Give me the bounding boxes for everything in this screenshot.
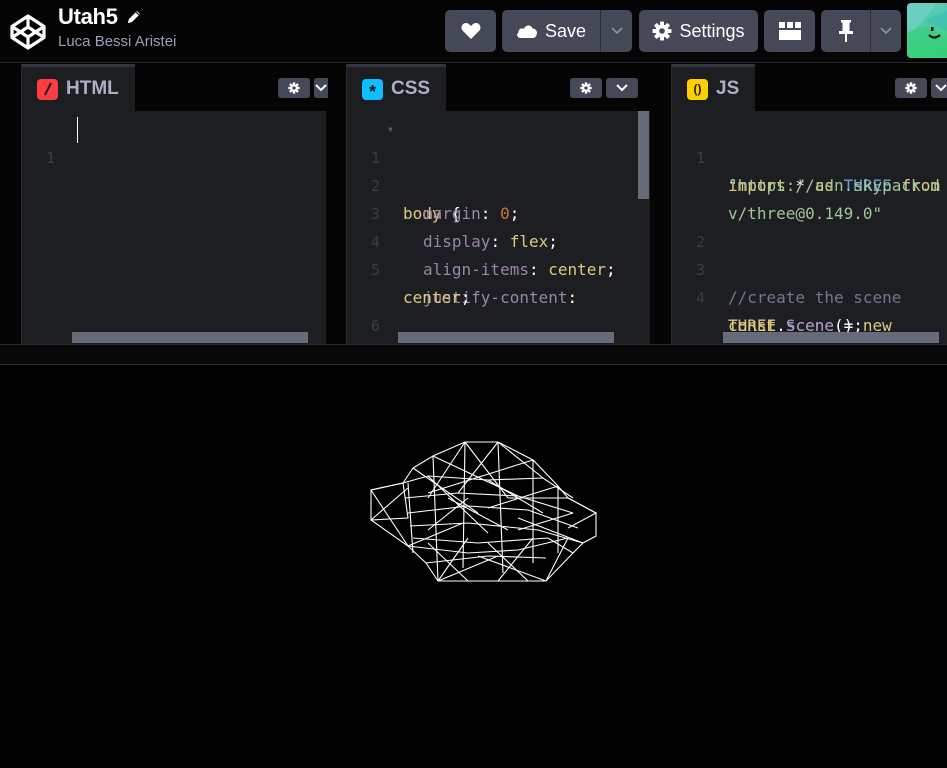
css-tab-label: CSS [391,78,431,99]
code-line: 4 align-items: center; [347,200,650,279]
pin-options-dropdown[interactable] [870,10,901,52]
js-editor-pane: () JS 1 import * as THREE from "https://… [671,64,947,344]
header: Utah5 Luca Bessi Aristei Save Settings [0,0,947,63]
change-view-button[interactable] [764,10,815,52]
save-options-dropdown[interactable] [600,10,632,52]
css-options-dropdown[interactable] [606,78,638,98]
html-icon [37,78,58,100]
codepen-logo-icon[interactable] [9,13,47,51]
love-button[interactable] [445,10,496,52]
js-icon: () [687,78,708,100]
editors-area: HTML 1 * CSS 1 ▼ body {2 margin: 0; 3 d… [0,64,947,344]
code-line: 5 justify-content: [347,228,650,307]
code-line: 1 ▼ body { [347,116,650,223]
code-line: 3 display: flex; [347,172,650,251]
line-number: 1 [45,149,55,167]
html-editor-tab[interactable]: HTML [22,64,135,111]
gear-icon [580,82,592,94]
gear-icon [652,21,672,41]
html-tab-label: HTML [66,78,119,99]
html-code-editor[interactable]: 1 [22,111,326,344]
js-settings-button[interactable] [895,78,927,98]
chevron-down-icon [880,27,892,35]
css-code-editor[interactable]: 1 ▼ body { 2 margin: 0; 3 display: flex;… [347,111,650,344]
preview-pane [0,366,947,768]
css-icon: * [362,78,383,101]
html-options-dropdown[interactable] [314,78,328,98]
heart-icon [461,23,480,39]
wireframe-teapot [370,441,598,582]
code-line: 4 const scene = new [672,256,947,335]
html-settings-button[interactable] [278,78,310,98]
settings-button[interactable]: Settings [639,10,758,52]
css-editor-pane: * CSS 1 ▼ body { 2 margin: 0; 3 display:… [346,64,650,344]
save-label: Save [544,20,587,41]
chevron-down-icon [616,84,628,92]
settings-label: Settings [679,20,745,41]
chevron-down-icon [610,27,623,35]
code-line: "https://cdn.skypack.d [728,176,940,195]
chevron-down-icon [935,84,947,92]
code-line: center; [403,288,471,307]
pin-icon [838,20,853,42]
code-line: THREE.Scene(); [728,316,863,335]
chevron-down-icon [315,84,327,92]
code-line: 1 [22,116,99,167]
gear-icon [288,82,300,94]
user-avatar[interactable] [907,3,947,58]
pencil-icon[interactable] [125,8,143,26]
gear-icon [905,82,917,94]
code-line: 1 import * as THREE from [672,116,947,195]
js-editor-tab[interactable]: () JS [672,64,756,111]
horizontal-scrollbar[interactable] [398,332,614,343]
code-line: v/three@0.149.0" [728,204,883,223]
save-button[interactable]: Save [502,10,600,52]
editor-resize-handle[interactable] [0,344,947,365]
horizontal-scrollbar[interactable] [723,332,939,343]
code-line: 6 } [347,284,650,335]
pen-title[interactable]: Utah5 [58,4,118,30]
code-line: 2 [672,200,947,251]
layout-icon [778,22,801,40]
cloud-icon [517,25,537,38]
pen-info: Utah5 Luca Bessi Aristei [58,4,176,50]
fold-arrow-icon[interactable]: ▼ [388,116,393,144]
horizontal-scrollbar[interactable] [72,332,308,343]
code-line: 2 margin: 0; [347,144,650,223]
js-options-dropdown[interactable] [931,78,947,98]
css-settings-button[interactable] [570,78,602,98]
pin-button[interactable] [821,10,870,52]
css-editor-tab[interactable]: * CSS [347,64,447,111]
code-line: 3 //create the scene [672,228,947,307]
vertical-scrollbar[interactable] [638,111,649,199]
author-name[interactable]: Luca Bessi Aristei [58,33,176,50]
js-tab-label: JS [716,78,740,99]
js-code-editor[interactable]: 1 import * as THREE from "https://cdn.sk… [672,111,947,344]
avatar-image [907,3,947,58]
text-cursor [77,117,78,143]
html-editor-pane: HTML 1 [21,64,328,344]
